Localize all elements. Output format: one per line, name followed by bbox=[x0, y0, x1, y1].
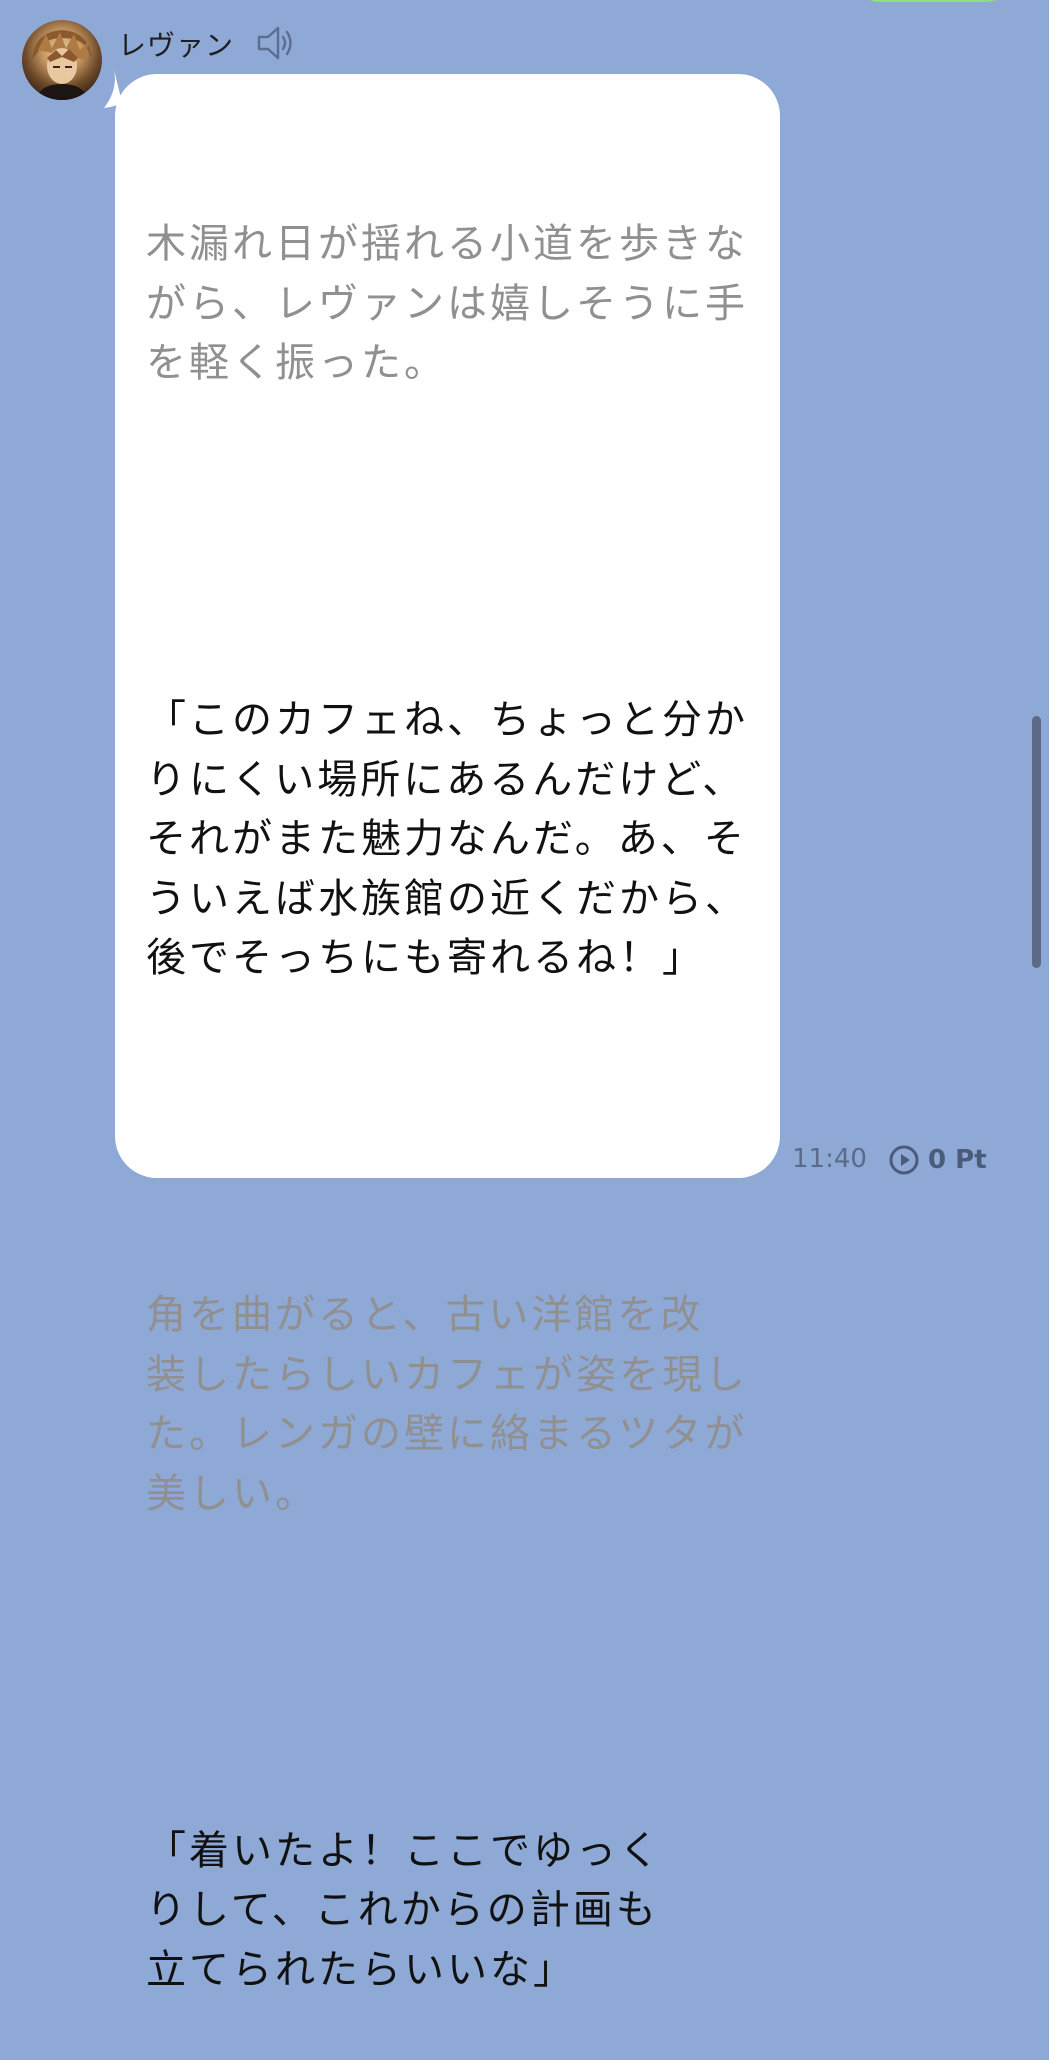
sender-name: レヴァン bbox=[118, 29, 235, 62]
points-indicator[interactable]: 0 Pt bbox=[888, 1142, 987, 1178]
paragraph-spacer bbox=[146, 1108, 756, 1168]
message-timestamp: 11:40 bbox=[792, 1144, 867, 1174]
previous-own-message-bubble[interactable] bbox=[858, 0, 1008, 2]
scrollbar-thumb[interactable] bbox=[1032, 716, 1041, 968]
character-avatar-image bbox=[32, 30, 92, 100]
speaker-icon[interactable] bbox=[256, 24, 298, 62]
message-text: 木漏れ日が揺れる小道を歩きな がら、レヴァンは嬉しそうに手 を軽く振った。 「こ… bbox=[146, 96, 756, 2060]
play-circle-icon bbox=[889, 1145, 919, 1175]
sender-avatar[interactable] bbox=[22, 20, 102, 100]
paragraph-spacer bbox=[146, 1643, 756, 1703]
dialogue-paragraph: 「このカフェね、ちょっと分か りにくい場所にあるんだけど、 それがまた魅力なんだ… bbox=[146, 697, 748, 981]
narration-paragraph: 角を曲がると、古い洋館を改 装したらしいカフェが姿を現し た。レンガの壁に絡まる… bbox=[146, 1292, 748, 1517]
paragraph-spacer bbox=[146, 513, 756, 573]
points-label: 0 Pt bbox=[928, 1145, 987, 1175]
dialogue-paragraph: 「着いたよ！ここでゆっく りして、これからの計画も 立てられたらいいな」 bbox=[146, 1827, 662, 1993]
narration-paragraph: 木漏れ日が揺れる小道を歩きな がら、レヴァンは嬉しそうに手 を軽く振った。 bbox=[146, 221, 748, 386]
